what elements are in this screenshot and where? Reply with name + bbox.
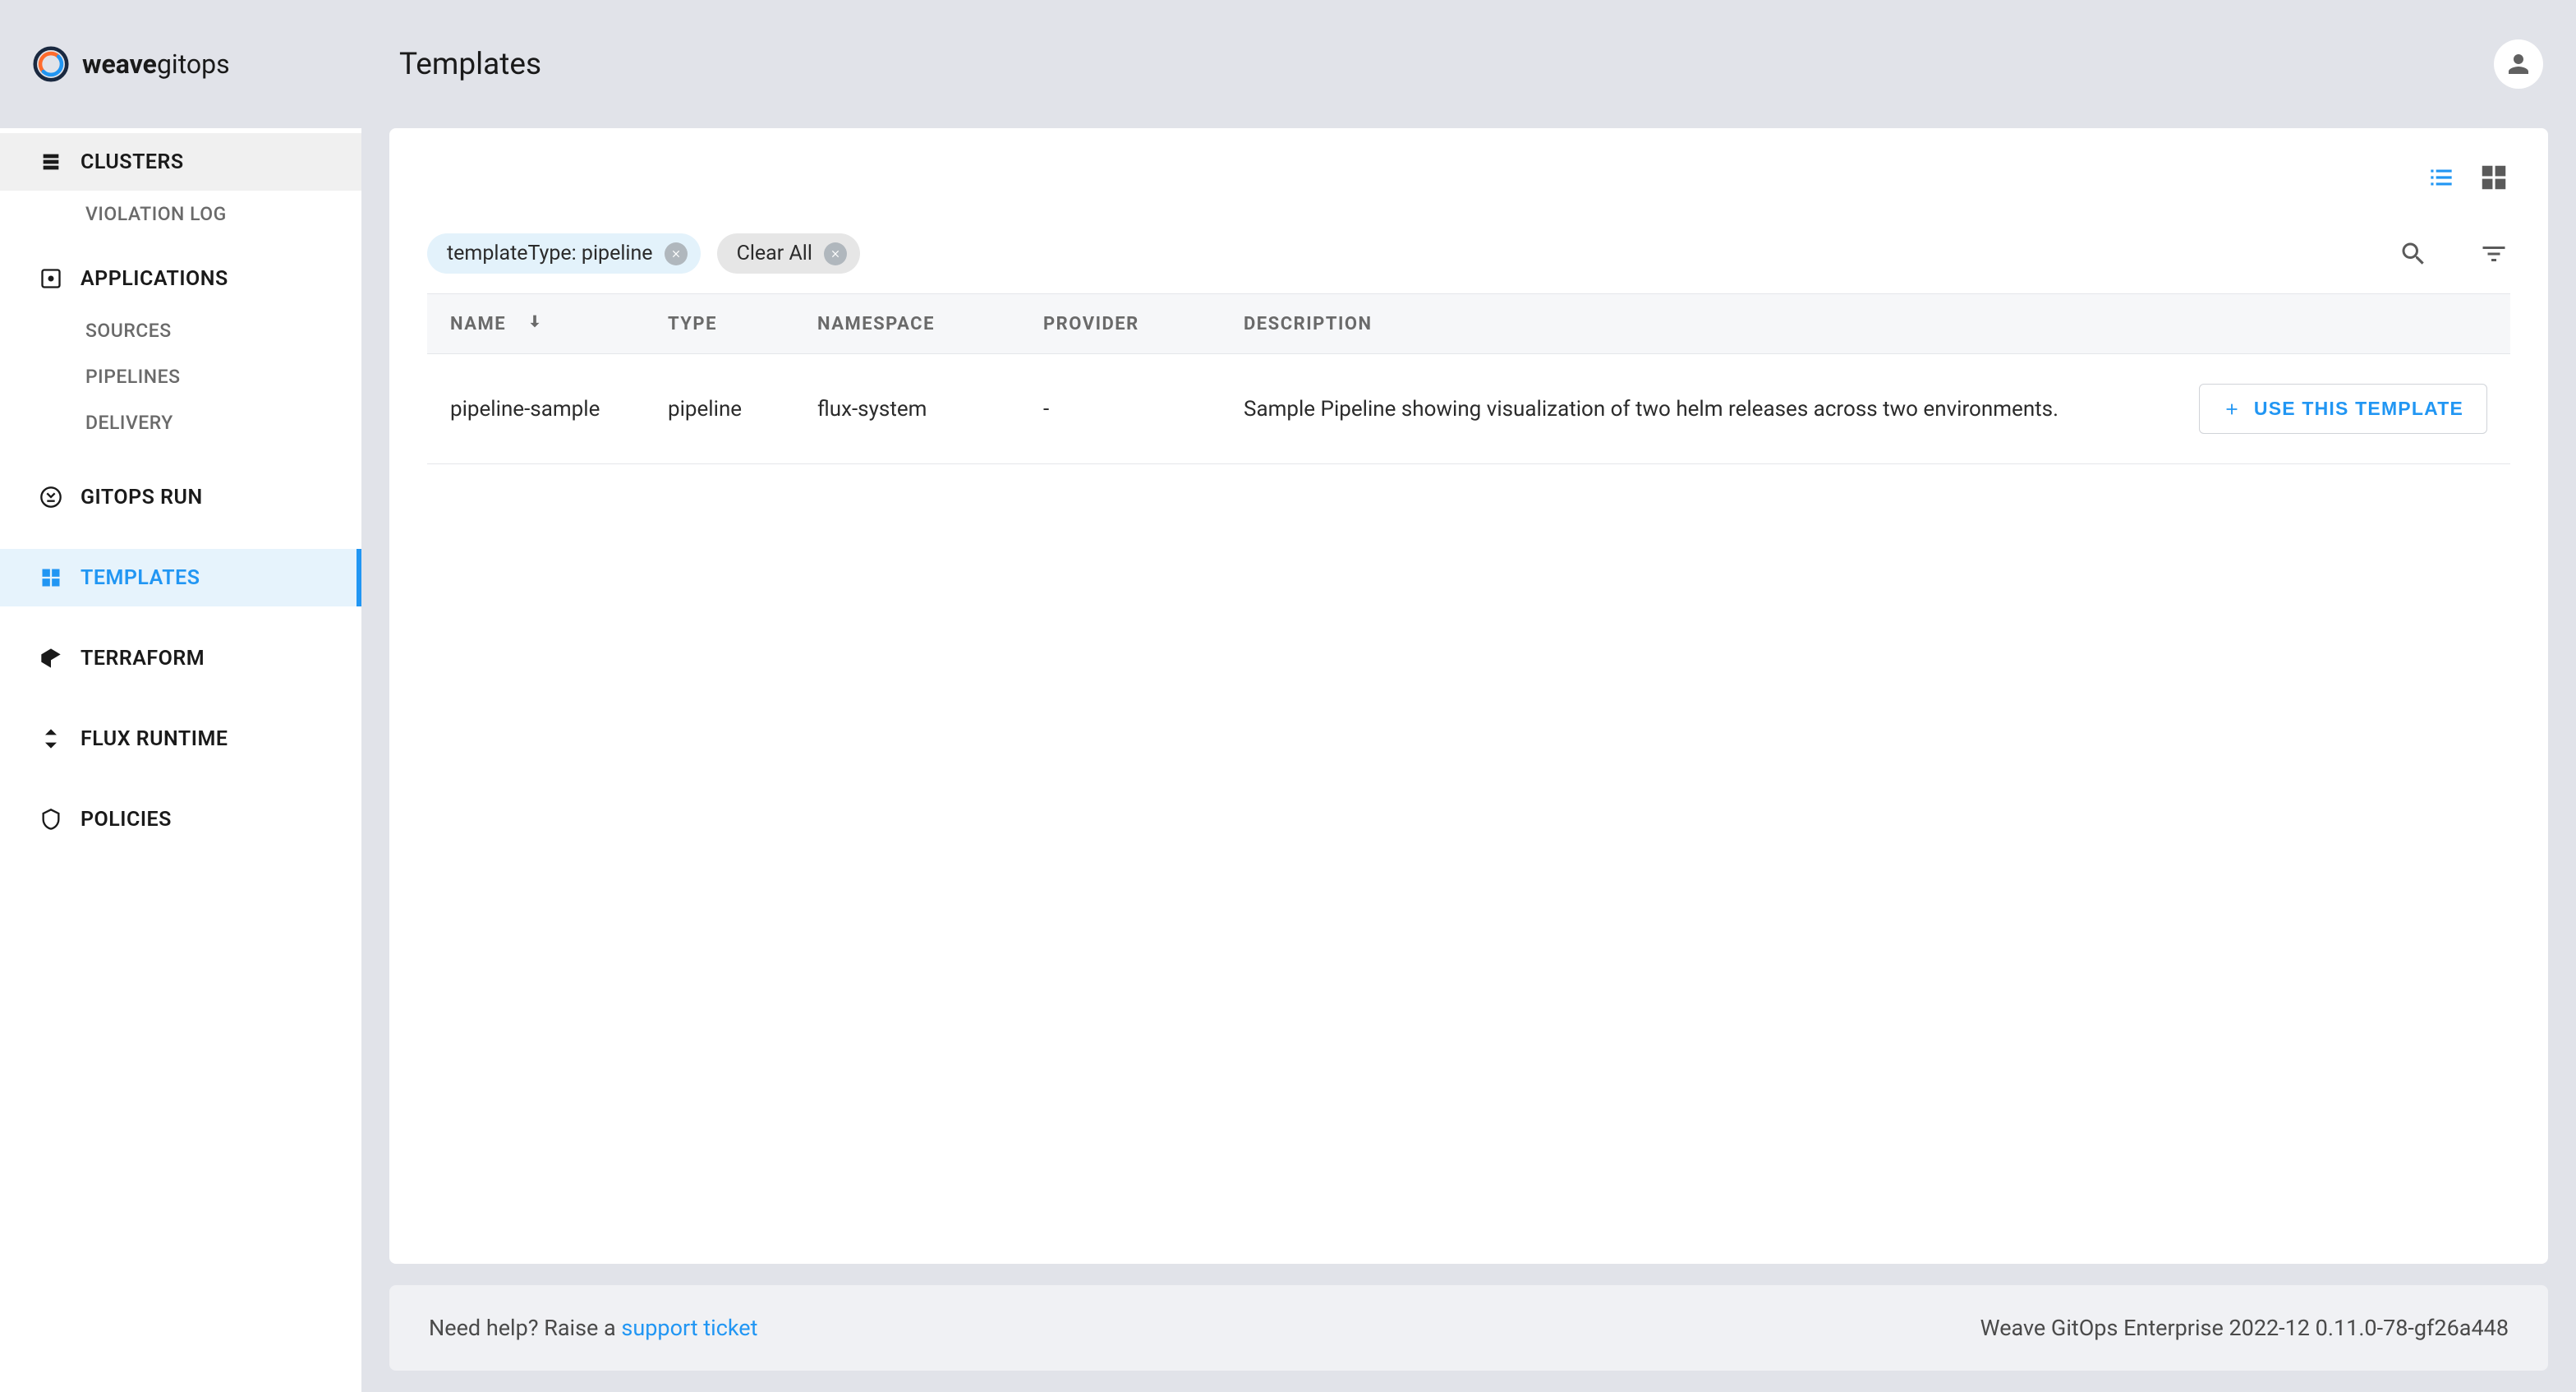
sidebar-item-label: DELIVERY xyxy=(85,412,173,434)
topbar: weavegitops Templates xyxy=(0,0,2576,128)
footer-help: Need help? Raise a support ticket xyxy=(429,1315,757,1341)
logo[interactable]: weavegitops xyxy=(33,46,361,82)
cell-name[interactable]: pipeline-sample xyxy=(450,397,668,422)
sidebar-item-label: GITOPS RUN xyxy=(80,486,203,509)
sidebar-item-label: SOURCES xyxy=(85,320,172,342)
sidebar-item-templates[interactable]: TEMPLATES xyxy=(0,549,361,606)
sidebar-item-label: POLICIES xyxy=(80,808,172,832)
sidebar-item-label: TEMPLATES xyxy=(80,566,200,590)
clusters-icon xyxy=(39,150,62,173)
filter-chip: templateType: pipeline xyxy=(427,233,701,274)
search-button[interactable] xyxy=(2397,237,2430,270)
templates-icon xyxy=(39,566,62,589)
filter-button[interactable] xyxy=(2477,237,2510,270)
column-header-action xyxy=(2192,312,2487,335)
cell-description: Sample Pipeline showing visualization of… xyxy=(1244,397,2192,422)
cell-namespace: flux-system xyxy=(817,397,1043,422)
content-card: templateType: pipeline Clear All xyxy=(389,128,2548,1264)
sort-arrow-down-icon xyxy=(526,312,544,335)
clear-all-close xyxy=(824,242,847,265)
policies-icon xyxy=(39,808,62,831)
sidebar-item-applications[interactable]: APPLICATIONS xyxy=(0,250,361,307)
user-menu-button[interactable] xyxy=(2494,39,2543,89)
filter-chip-remove[interactable] xyxy=(665,242,688,265)
sidebar-item-label: VIOLATION LOG xyxy=(85,203,227,225)
view-toggle-row xyxy=(427,161,2510,194)
main-content: templateType: pipeline Clear All xyxy=(361,128,2576,1392)
list-icon xyxy=(2426,162,2457,193)
sidebar-item-delivery[interactable]: DELIVERY xyxy=(0,399,361,445)
column-header-provider[interactable]: Provider xyxy=(1043,312,1244,335)
templates-table: Name Type Namespace Provider xyxy=(427,293,2510,464)
sidebar-item-gitops-run[interactable]: GITOPS RUN xyxy=(0,468,361,526)
cell-type: pipeline xyxy=(668,397,817,422)
sidebar-item-label: CLUSTERS xyxy=(80,150,184,174)
column-header-type[interactable]: Type xyxy=(668,312,817,335)
search-icon xyxy=(2399,239,2428,269)
sidebar: CLUSTERS VIOLATION LOG APPLICATIONS SOUR… xyxy=(0,128,361,1392)
sidebar-item-policies[interactable]: POLICIES xyxy=(0,790,361,848)
sidebar-item-label: APPLICATIONS xyxy=(80,267,228,291)
close-icon xyxy=(830,248,841,260)
clear-all-chip[interactable]: Clear All xyxy=(717,233,860,274)
logo-text: weavegitops xyxy=(82,48,230,80)
clear-all-label: Clear All xyxy=(737,242,812,265)
filter-icon xyxy=(2479,239,2509,269)
grid-view-button[interactable] xyxy=(2477,161,2510,194)
table-body: pipeline-sample pipeline flux-system - S… xyxy=(427,354,2510,464)
sidebar-item-pipelines[interactable]: PIPELINES xyxy=(0,353,361,399)
column-header-name[interactable]: Name xyxy=(450,312,668,335)
cell-provider: - xyxy=(1043,397,1244,422)
sidebar-item-terraform[interactable]: TERRAFORM xyxy=(0,629,361,687)
filter-row: templateType: pipeline Clear All xyxy=(427,233,2510,274)
sidebar-item-label: FLUX RUNTIME xyxy=(80,727,228,751)
weave-logo-icon xyxy=(33,46,69,82)
list-view-button[interactable] xyxy=(2425,161,2458,194)
user-icon xyxy=(2504,49,2533,79)
support-ticket-link[interactable]: support ticket xyxy=(621,1315,757,1341)
footer: Need help? Raise a support ticket Weave … xyxy=(389,1285,2548,1371)
column-header-namespace[interactable]: Namespace xyxy=(817,312,1043,335)
sidebar-item-label: PIPELINES xyxy=(85,366,181,388)
table-row: pipeline-sample pipeline flux-system - S… xyxy=(427,354,2510,464)
footer-version: Weave GitOps Enterprise 2022-12 0.11.0-7… xyxy=(1980,1315,2509,1341)
close-icon xyxy=(670,248,682,260)
table-header: Name Type Namespace Provider xyxy=(427,293,2510,354)
use-template-button[interactable]: USE THIS TEMPLATE xyxy=(2199,384,2487,434)
terraform-icon xyxy=(39,647,62,670)
gitops-run-icon xyxy=(39,486,62,509)
page-title: Templates xyxy=(399,47,541,82)
sidebar-item-clusters[interactable]: CLUSTERS xyxy=(0,133,361,191)
applications-icon xyxy=(39,267,62,290)
sidebar-item-sources[interactable]: SOURCES xyxy=(0,307,361,353)
plus-icon xyxy=(2223,400,2241,418)
filter-chip-label: templateType: pipeline xyxy=(447,242,653,265)
sidebar-item-label: TERRAFORM xyxy=(80,647,205,671)
column-header-description[interactable]: Description xyxy=(1244,312,2192,335)
sidebar-item-flux-runtime[interactable]: FLUX RUNTIME xyxy=(0,710,361,767)
cell-action: USE THIS TEMPLATE xyxy=(2192,384,2487,434)
flux-runtime-icon xyxy=(39,727,62,750)
sidebar-item-violation-log[interactable]: VIOLATION LOG xyxy=(0,191,361,237)
grid-icon xyxy=(2478,162,2509,193)
